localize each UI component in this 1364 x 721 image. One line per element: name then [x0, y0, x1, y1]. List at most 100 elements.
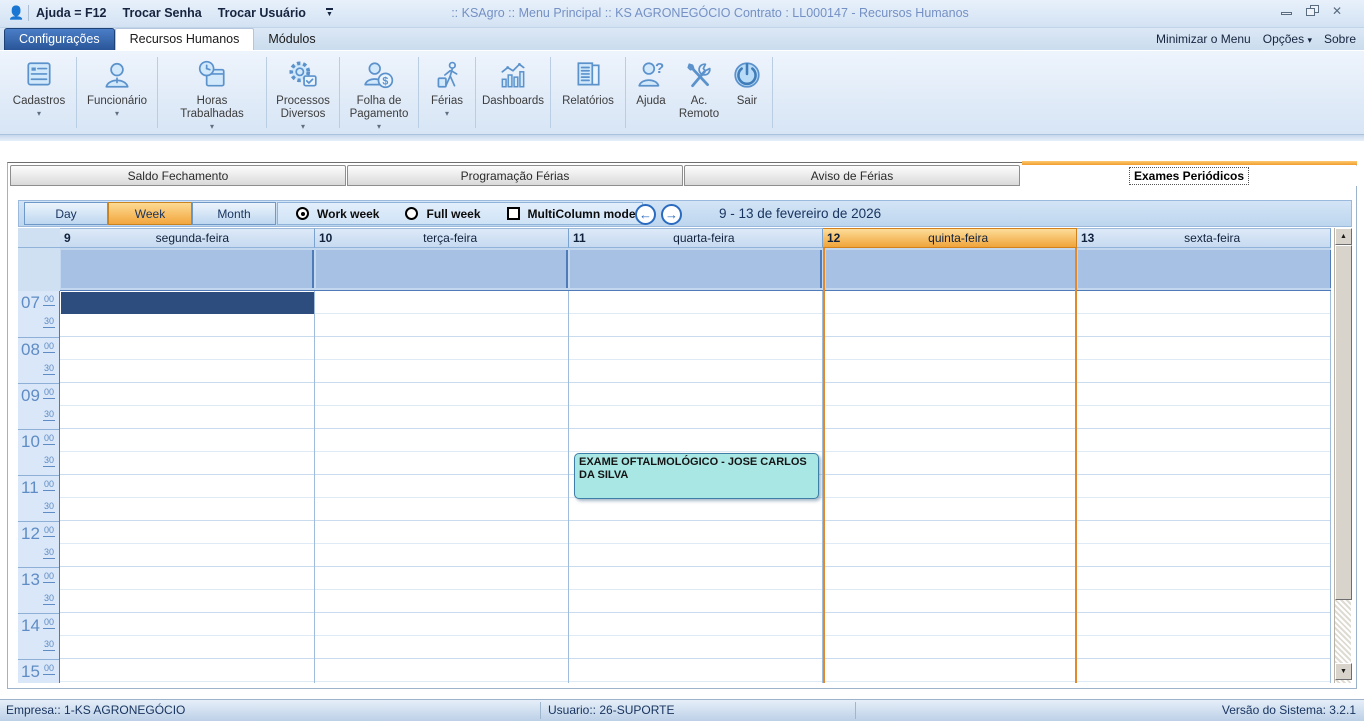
report-icon: [573, 57, 603, 93]
hour-label: 130030: [18, 567, 59, 613]
trocar-senha-link[interactable]: Trocar Senha: [123, 6, 202, 20]
day-header-terca[interactable]: 10terça-feira: [315, 228, 569, 248]
opcoes-menu[interactable]: Opções ▾: [1263, 32, 1312, 46]
window-controls: ✕: [1278, 4, 1348, 18]
multicolumn-checkbox[interactable]: MultiColumn mode: [507, 207, 636, 221]
funcionario-button[interactable]: Funcionário ▾: [79, 53, 155, 132]
scroll-down-button[interactable]: ▼: [1335, 663, 1352, 680]
svg-text:$: $: [382, 76, 388, 88]
ribbon-separator: [625, 57, 626, 128]
titlebar-separator: [28, 5, 29, 21]
ajuda-f12-link[interactable]: Ajuda = F12: [36, 6, 107, 20]
ribbon-separator: [339, 57, 340, 128]
tools-icon: [684, 57, 714, 93]
hour-label: 100030: [18, 429, 59, 475]
dashboards-button[interactable]: Dashboards: [478, 53, 548, 132]
scroll-up-button[interactable]: ▲: [1335, 228, 1352, 245]
ribbon-tab-configuracoes[interactable]: Configurações: [4, 28, 115, 50]
ribbon: Cadastros ▾ Funcionário ▾ Horas Trabalha…: [0, 50, 1364, 134]
tab-programacao-ferias[interactable]: Programação Férias: [347, 165, 683, 186]
allday-cell[interactable]: [1078, 250, 1331, 288]
cadastros-button[interactable]: Cadastros ▾: [4, 53, 74, 132]
ribbon-separator: [157, 57, 158, 128]
scrollbar-thumb[interactable]: [1335, 245, 1352, 600]
horas-trabalhadas-button[interactable]: Horas Trabalhadas ▾: [160, 53, 264, 132]
help-icon: ?: [636, 57, 666, 93]
grid-column-terca[interactable]: [315, 291, 569, 683]
view-month-button[interactable]: Month: [192, 202, 276, 225]
window-title: :: KSAgro :: Menu Principal :: KS AGRONE…: [400, 6, 1020, 20]
radio-unchecked-icon: [405, 207, 418, 220]
allday-cell[interactable]: [61, 250, 314, 288]
acesso-remoto-button[interactable]: Ac. Remoto: [674, 53, 724, 132]
radio-checked-icon: [296, 207, 309, 220]
grid-column-quinta[interactable]: [823, 291, 1077, 683]
dropdown-arrow-icon: ▾: [377, 123, 381, 131]
day-header-quarta[interactable]: 11quarta-feira: [569, 228, 823, 248]
work-week-radio[interactable]: Work week: [296, 207, 379, 221]
allday-corner: [18, 248, 60, 291]
person-icon: [102, 57, 132, 93]
calendar-event[interactable]: EXAME OFTALMOLÓGICO - JOSE CARLOS DA SIL…: [574, 453, 819, 499]
date-range-label: 9 - 13 de fevereiro de 2026: [719, 206, 881, 221]
ribbon-tab-recursos-humanos[interactable]: Recursos Humanos: [115, 28, 255, 50]
ribbon-tab-modulos[interactable]: Módulos: [254, 29, 329, 50]
statusbar: Empresa:: 1-KS AGRONEGÓCIO Usuario:: 26-…: [0, 699, 1364, 721]
sobre-link[interactable]: Sobre: [1324, 32, 1356, 46]
chevron-down-icon: ▾: [1307, 35, 1312, 45]
previous-week-button[interactable]: ←: [635, 204, 656, 225]
ferias-button[interactable]: Férias ▾: [421, 53, 473, 132]
vertical-scrollbar[interactable]: ▲ ▼: [1334, 228, 1351, 683]
hour-label: 090030: [18, 383, 59, 429]
day-header-quinta-today[interactable]: 12quinta-feira: [823, 228, 1077, 248]
ribbon-separator: [266, 57, 267, 128]
allday-cell[interactable]: [316, 250, 568, 288]
day-header-sexta[interactable]: 13sexta-feira: [1077, 228, 1331, 248]
hour-label: 070030: [18, 291, 59, 337]
relatorios-button[interactable]: Relatórios: [553, 53, 623, 132]
gear-calendar-icon: [287, 57, 319, 93]
payroll-icon: $: [363, 57, 395, 93]
close-button[interactable]: ✕: [1330, 4, 1348, 18]
folha-pagamento-button[interactable]: $ Folha de Pagamento ▾: [342, 53, 416, 132]
restore-button[interactable]: [1304, 4, 1322, 18]
minimize-icon: [1281, 12, 1292, 15]
checkbox-unchecked-icon: [507, 207, 520, 220]
full-week-radio[interactable]: Full week: [405, 207, 480, 221]
titlebar: 👤 Ajuda = F12 Trocar Senha Trocar Usuári…: [0, 0, 1364, 28]
clock-calendar-icon: [196, 57, 228, 93]
allday-cell[interactable]: [570, 250, 822, 288]
ribbon-separator: [550, 57, 551, 128]
next-week-button[interactable]: →: [661, 204, 682, 225]
minimizar-menu-link[interactable]: Minimizar o Menu: [1156, 32, 1251, 46]
ribbon-bottom-strip: [0, 134, 1364, 141]
quick-access-toolbar: Ajuda = F12 Trocar Senha Trocar Usuário …: [36, 6, 333, 20]
tab-aviso-de-ferias[interactable]: Aviso de Férias: [684, 165, 1020, 186]
day-header-segunda[interactable]: 9segunda-feira: [60, 228, 315, 248]
tab-exames-periodicos[interactable]: Exames Periódicos: [1021, 165, 1357, 186]
trocar-usuario-link[interactable]: Trocar Usuário: [218, 6, 306, 20]
minimize-button[interactable]: [1278, 4, 1296, 18]
page-tabstrip: Saldo Fechamento Programação Férias Avis…: [10, 165, 1358, 186]
dropdown-arrow-icon: ▾: [115, 110, 119, 118]
arrow-right-icon: →: [665, 207, 678, 222]
toolbar-overflow-icon[interactable]: ▼: [326, 8, 333, 19]
triangle-down-icon: ▼: [1340, 668, 1347, 675]
time-gutter: 070030 080030 090030 100030 110030 12003…: [18, 291, 60, 683]
tab-saldo-fechamento[interactable]: Saldo Fechamento: [10, 165, 346, 186]
view-week-button[interactable]: Week: [108, 202, 192, 225]
ribbon-tab-row: Configurações Recursos Humanos Módulos M…: [0, 28, 1364, 50]
app-icon: 👤: [8, 5, 24, 21]
view-day-button[interactable]: Day: [24, 202, 108, 225]
ajuda-button[interactable]: ? Ajuda: [628, 53, 674, 132]
grid-column-segunda[interactable]: [60, 291, 315, 683]
allday-cell-today[interactable]: [826, 250, 1075, 288]
sair-button[interactable]: Sair: [724, 53, 770, 132]
form-list-icon: [24, 57, 54, 93]
selected-timeslot[interactable]: [61, 292, 314, 314]
processos-diversos-button[interactable]: Processos Diversos ▾: [269, 53, 337, 132]
triangle-up-icon: ▲: [1340, 233, 1347, 240]
dropdown-arrow-icon: ▾: [210, 123, 214, 131]
grid-column-sexta[interactable]: [1077, 291, 1331, 683]
statusbar-usuario: Usuario:: 26-SUPORTE: [548, 703, 675, 717]
